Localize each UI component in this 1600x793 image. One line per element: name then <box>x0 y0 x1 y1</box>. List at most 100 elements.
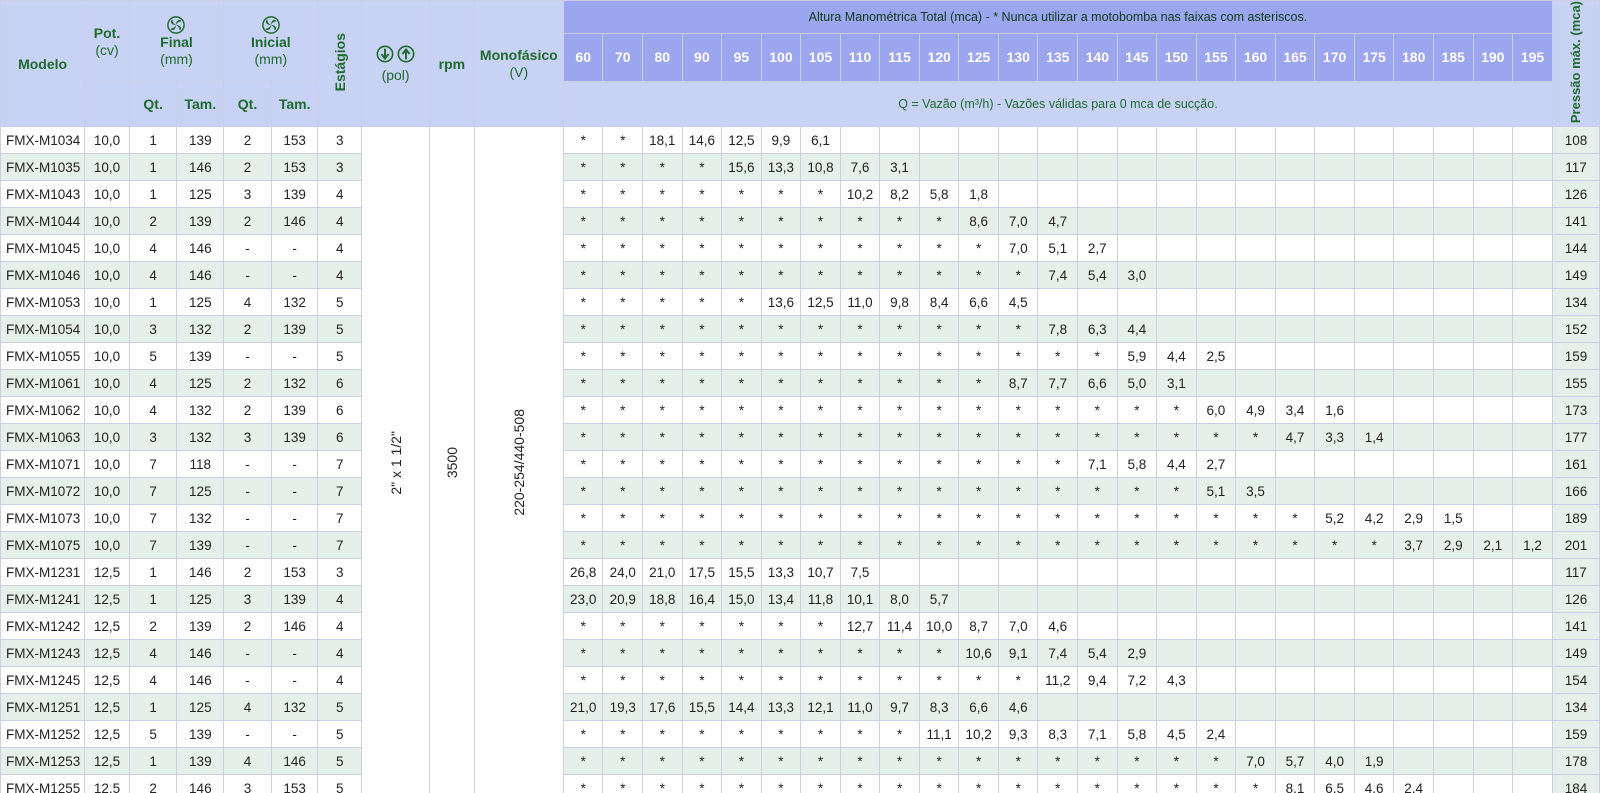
model-cell: FMX-M1045 <box>0 234 86 263</box>
pot-cell: 10,0 <box>84 477 130 506</box>
flow-cell <box>997 180 1039 209</box>
pot-cell: 12,5 <box>84 585 130 614</box>
flow-cell: * <box>681 261 723 290</box>
flow-cell: 13,6 <box>760 288 802 317</box>
flow-cell <box>1432 450 1474 479</box>
flow-cell <box>1314 261 1355 290</box>
flow-cell: * <box>879 531 920 560</box>
flow-cell: * <box>1116 747 1158 776</box>
flow-cell: * <box>602 288 644 317</box>
pressao-cell: 134 <box>1551 288 1600 317</box>
flow-cell: * <box>839 207 881 236</box>
height-header-cell: 115 <box>879 32 920 83</box>
inicial-tam-cell: 153 <box>270 558 319 587</box>
flow-cell: * <box>1116 531 1158 560</box>
pressao-cell: 126 <box>1551 180 1600 209</box>
flow-cell: 4,6 <box>1037 612 1079 641</box>
inicial-tam-cell: - <box>270 720 319 749</box>
model-cell: FMX-M1055 <box>0 342 86 371</box>
flow-cell: * <box>1235 774 1276 793</box>
flow-cell: * <box>681 423 723 452</box>
flow-cell <box>1432 612 1474 641</box>
final-tam-cell: 132 <box>176 315 225 344</box>
flow-cell <box>1512 639 1553 668</box>
inicial-tam-cell: 153 <box>270 774 319 793</box>
flow-cell <box>1512 288 1553 317</box>
final-tam-cell: 132 <box>176 396 225 425</box>
height-header-cell: 155 <box>1195 32 1237 83</box>
flow-cell <box>1512 153 1553 182</box>
flow-cell <box>1432 126 1474 155</box>
flow-cell <box>1274 477 1316 506</box>
flow-cell: * <box>562 207 604 236</box>
pot-cell: 10,0 <box>84 504 130 533</box>
height-header-cell: 140 <box>1077 32 1118 83</box>
pot-cell: 10,0 <box>84 126 130 155</box>
flow-cell: * <box>721 207 762 236</box>
flow-cell: * <box>1116 396 1158 425</box>
inicial-qt-cell: 2 <box>223 126 272 155</box>
flow-cell: * <box>562 153 604 182</box>
outlet-arrow-down-icon <box>376 45 394 63</box>
flow-cell: 7,1 <box>1077 720 1118 749</box>
flow-cell: * <box>721 774 762 793</box>
flow-cell: * <box>958 315 999 344</box>
final-tam-cell: 146 <box>176 774 225 793</box>
flow-cell: * <box>918 423 960 452</box>
flow-cell: 8,1 <box>1274 774 1316 793</box>
flow-cell <box>1274 666 1316 695</box>
table-body: FMX-M1034 10,0 1 139 2 153 3 2" x 1 1/2" 3500 220… <box>0 126 1600 793</box>
final-qt-cell: 1 <box>128 153 178 182</box>
flow-cell <box>1512 396 1553 425</box>
flow-cell: 4,4 <box>1116 315 1158 344</box>
flow-cell: * <box>721 234 762 263</box>
flow-cell: 11,2 <box>1037 666 1079 695</box>
flow-cell: * <box>1156 747 1197 776</box>
flow-cell <box>1235 558 1276 587</box>
flow-cell <box>1432 747 1474 776</box>
flow-cell <box>1037 693 1079 722</box>
flow-cell: * <box>1156 531 1197 560</box>
flow-cell: 21,0 <box>562 693 604 722</box>
final-qt-cell: 1 <box>128 558 178 587</box>
flow-cell <box>1195 369 1237 398</box>
flow-cell <box>1393 342 1434 371</box>
flow-cell: * <box>642 207 683 236</box>
flow-cell: * <box>562 261 604 290</box>
flow-cell <box>1235 666 1276 695</box>
flow-cell <box>1235 720 1276 749</box>
model-cell: FMX-M1053 <box>0 288 86 317</box>
flow-cell: * <box>681 774 723 793</box>
flow-cell <box>1353 477 1395 506</box>
flow-cell <box>1116 153 1158 182</box>
flow-cell: * <box>1037 774 1079 793</box>
flow-cell <box>1314 180 1355 209</box>
flow-cell: * <box>642 612 683 641</box>
flow-cell: * <box>918 396 960 425</box>
final-qt-cell: 5 <box>128 342 178 371</box>
flow-cell: * <box>602 639 644 668</box>
flow-cell <box>1353 693 1395 722</box>
final-qt-cell: 2 <box>128 612 178 641</box>
flow-cell <box>1314 450 1355 479</box>
final-tam-cell: 132 <box>176 423 225 452</box>
flow-cell <box>1195 288 1237 317</box>
flow-cell: * <box>839 747 881 776</box>
flow-cell: * <box>1195 423 1237 452</box>
flow-cell: * <box>681 396 723 425</box>
flow-cell: 7,5 <box>839 558 881 587</box>
flow-cell <box>1393 234 1434 263</box>
flow-cell: * <box>879 207 920 236</box>
flow-cell: * <box>681 342 723 371</box>
final-qt-cell: 2 <box>128 774 178 793</box>
flow-cell: * <box>839 369 881 398</box>
final-qt-cell: 1 <box>128 288 178 317</box>
flow-cell: 14,4 <box>721 693 762 722</box>
flow-cell: 6,6 <box>958 693 999 722</box>
estagios-cell: 7 <box>317 504 363 533</box>
table-row: FMX-M1075 10,0 7 139- -7 * * * * * * * * * * * * * * * * * * * *… <box>0 531 1600 560</box>
flow-cell: * <box>1156 423 1197 452</box>
flow-cell <box>1235 693 1276 722</box>
inicial-tam-cell: 132 <box>270 288 319 317</box>
height-header-cell: 150 <box>1156 32 1197 83</box>
